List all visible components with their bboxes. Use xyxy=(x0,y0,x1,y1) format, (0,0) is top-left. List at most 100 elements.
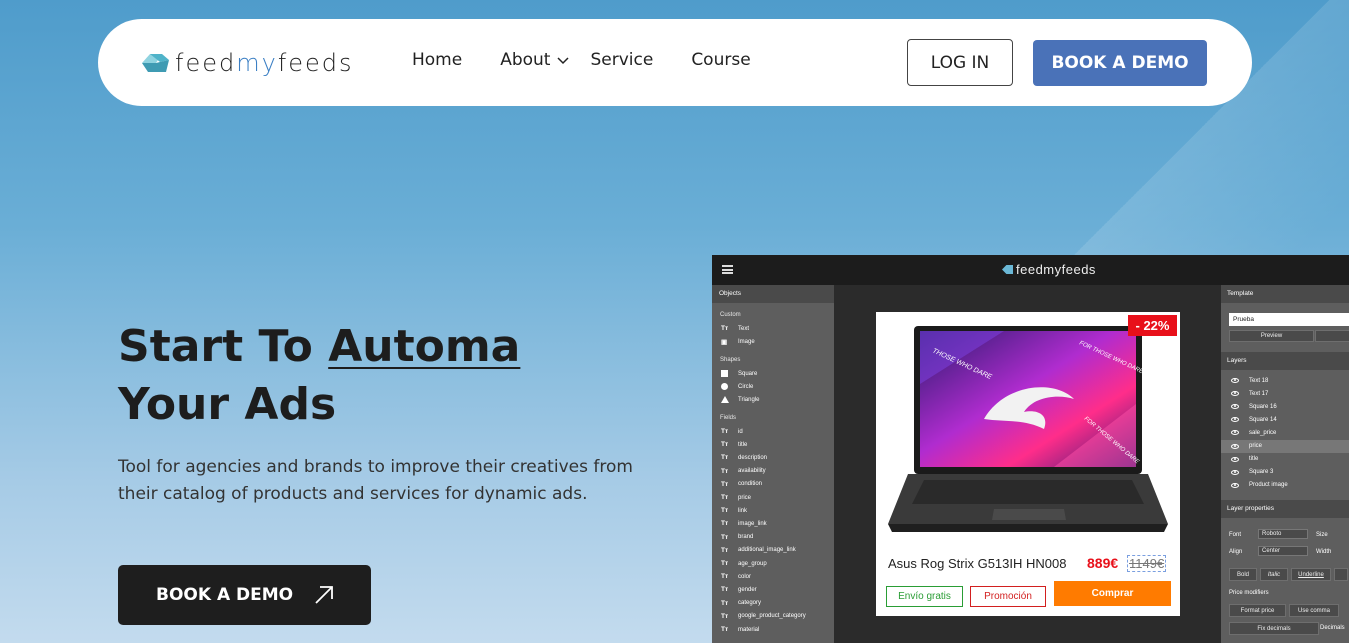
objects-title: Objects xyxy=(712,285,834,303)
field-item[interactable]: Tт condition xyxy=(721,481,762,488)
free-shipping-badge: Envío gratis xyxy=(886,586,963,607)
buy-button[interactable]: Comprar xyxy=(1054,581,1171,606)
nav-home-link[interactable]: Home xyxy=(412,50,462,70)
old-price-selected[interactable]: 1149€ xyxy=(1127,555,1167,572)
field-item[interactable]: Tт google_product_category xyxy=(721,613,806,620)
field-item-label: category xyxy=(738,600,762,607)
nav-about-dropdown[interactable]: About xyxy=(500,50,570,70)
layer-item[interactable]: Square 16 xyxy=(1221,400,1349,413)
field-item[interactable]: Tт brand xyxy=(721,534,753,541)
eye-icon[interactable] xyxy=(1231,482,1239,488)
text-type-icon: Tт xyxy=(721,428,729,435)
custom-label: Custom xyxy=(720,312,741,318)
app-logo-text: feedmyfeeds xyxy=(1016,262,1096,277)
layer-item[interactable]: Text 18 xyxy=(1221,374,1349,387)
nav-about-label: About xyxy=(500,50,551,70)
shape-item-square[interactable]: Square xyxy=(721,370,757,377)
layer-item[interactable]: Product image xyxy=(1221,479,1349,492)
italic-button[interactable]: Italic xyxy=(1260,568,1288,581)
eye-icon[interactable] xyxy=(1231,404,1239,410)
ad-canvas[interactable]: THOSE WHO DARE FOR THOSE WHO DARE FOR TH… xyxy=(876,312,1180,616)
eye-icon[interactable] xyxy=(1231,469,1239,475)
price-modifiers-label: Price modifiers xyxy=(1229,590,1269,596)
text-type-icon: Tт xyxy=(721,325,729,332)
nav-service-link[interactable]: Service xyxy=(590,50,653,70)
app-screenshot: feedmyfeeds Objects Custom Tт Text ▣ Image… xyxy=(712,255,1349,643)
field-item-label: age_group xyxy=(738,560,767,567)
layer-item[interactable]: sale_price xyxy=(1221,426,1349,439)
field-item[interactable]: Tт age_group xyxy=(721,560,767,567)
layers-title: Layers xyxy=(1221,352,1349,370)
shapes-label: Shapes xyxy=(720,357,741,363)
text-type-icon: Tт xyxy=(721,454,729,462)
hero-title-line2: Your Ads xyxy=(118,379,337,430)
field-item[interactable]: Tт id xyxy=(721,428,743,435)
login-button[interactable]: LOG IN xyxy=(907,39,1013,86)
nav-course-link[interactable]: Course xyxy=(691,50,750,70)
field-item[interactable]: Tт title xyxy=(721,441,747,448)
image-icon: ▣ xyxy=(721,339,728,346)
eye-icon[interactable] xyxy=(1231,430,1239,436)
field-item-label: title xyxy=(738,441,748,448)
template-secondary-button[interactable] xyxy=(1315,330,1349,342)
shape-item-circle[interactable]: Circle xyxy=(721,383,753,390)
hero-button-label: BOOK A DEMO xyxy=(156,585,294,605)
use-comma-button[interactable]: Use comma xyxy=(1289,604,1339,617)
text-type-icon: Tт xyxy=(721,573,729,581)
chevron-down-icon xyxy=(557,57,569,65)
field-item-label: link xyxy=(738,507,748,514)
field-item-label: additional_image_link xyxy=(738,547,796,554)
square-icon xyxy=(721,370,728,377)
shape-item-triangle[interactable]: Triangle xyxy=(721,396,759,403)
bold-button[interactable]: Bold xyxy=(1229,568,1257,581)
eye-icon[interactable] xyxy=(1231,443,1239,449)
text-type-icon: Tт xyxy=(721,612,729,620)
field-item[interactable]: Tт price xyxy=(721,494,751,501)
hero-title: Start To Automa Your Ads xyxy=(118,318,520,434)
field-item[interactable]: Tт color xyxy=(721,573,751,580)
format-price-button[interactable]: Format price xyxy=(1229,604,1286,617)
layer-properties-title: Layer properties xyxy=(1221,500,1349,518)
book-demo-hero-button[interactable]: BOOK A DEMO xyxy=(118,565,371,625)
field-item[interactable]: Tт description xyxy=(721,454,767,461)
text-type-icon: Tт xyxy=(721,441,729,449)
field-item-label: brand xyxy=(738,534,754,541)
align-select[interactable]: Center xyxy=(1258,546,1308,556)
layer-item[interactable]: Square 14 xyxy=(1221,413,1349,426)
preview-button[interactable]: Preview xyxy=(1229,330,1314,342)
field-item[interactable]: Tт link xyxy=(721,507,747,514)
eye-icon[interactable] xyxy=(1231,378,1239,383)
hero-subtitle: Tool for agencies and brands to improve … xyxy=(118,457,633,504)
text-type-icon: Tт xyxy=(721,520,729,528)
template-input[interactable]: Prueba xyxy=(1229,313,1349,326)
layer-label: price xyxy=(1249,443,1263,449)
eye-icon[interactable] xyxy=(1231,417,1239,423)
object-item-text[interactable]: Tт Text xyxy=(721,325,749,332)
hamburger-menu-icon[interactable] xyxy=(722,265,733,274)
field-item[interactable]: Tт additional_image_link xyxy=(721,547,796,554)
field-item[interactable]: Tт availability xyxy=(721,468,766,475)
top-navbar: feedmyfeeds Home About Service Course LO… xyxy=(98,19,1252,106)
book-demo-nav-button[interactable]: BOOK A DEMO xyxy=(1033,40,1207,86)
field-item[interactable]: Tт image_link xyxy=(721,520,767,527)
layer-item[interactable]: Square 3 xyxy=(1221,466,1349,479)
eye-icon[interactable] xyxy=(1231,391,1239,397)
text-type-icon: Tт xyxy=(721,599,729,607)
eye-icon[interactable] xyxy=(1231,456,1239,462)
object-item-image[interactable]: ▣ Image xyxy=(721,338,755,346)
font-select[interactable]: Roboto xyxy=(1258,529,1308,539)
field-item[interactable]: Tт category xyxy=(721,600,761,607)
underline-button[interactable]: Underline xyxy=(1291,568,1331,581)
field-item[interactable]: Tт gender xyxy=(721,586,757,593)
layer-label: Product image xyxy=(1249,482,1288,489)
layer-item[interactable]: Text 17 xyxy=(1221,387,1349,400)
text-type-icon: Tт xyxy=(721,494,729,501)
field-item[interactable]: Tт material xyxy=(721,626,759,633)
brand-logo[interactable]: feedmyfeeds xyxy=(142,49,354,77)
layer-item[interactable]: title xyxy=(1221,453,1349,466)
field-item-label: color xyxy=(738,573,752,580)
layer-item[interactable]: price xyxy=(1221,439,1349,453)
hero-title-typed: Automa xyxy=(328,321,521,372)
style-more-button[interactable] xyxy=(1334,568,1348,581)
fix-decimals-button[interactable]: Fix decimals xyxy=(1229,622,1319,635)
